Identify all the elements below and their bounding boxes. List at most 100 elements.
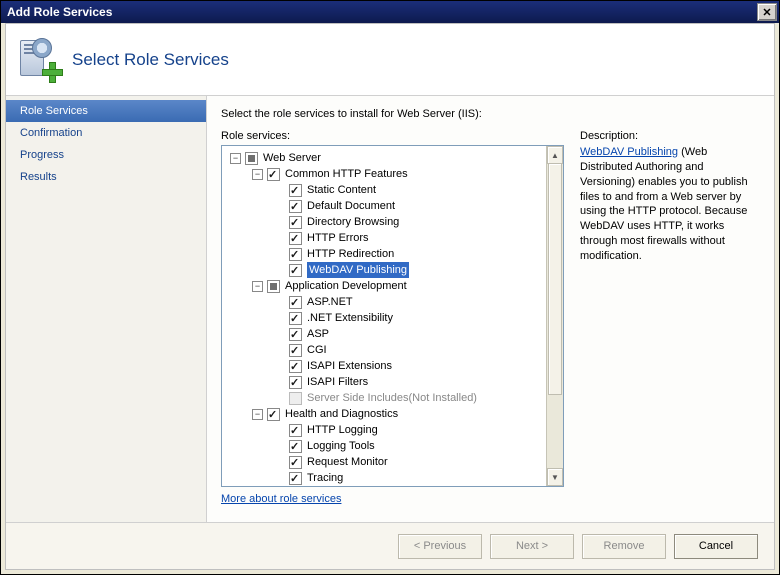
checkbox[interactable]: [289, 232, 302, 245]
collapse-icon[interactable]: −: [252, 281, 263, 292]
scroll-down-button[interactable]: ▼: [547, 468, 563, 486]
checkbox[interactable]: [267, 408, 280, 421]
checkbox[interactable]: [289, 344, 302, 357]
previous-button[interactable]: < Previous: [398, 534, 482, 559]
step-progress[interactable]: Progress: [6, 144, 206, 166]
close-button[interactable]: ✕: [757, 3, 777, 21]
tree-node-label: ISAPI Filters: [307, 374, 368, 390]
tree-node-label: Health and Diagnostics: [285, 406, 398, 422]
tree-node[interactable]: ISAPI Filters: [224, 374, 545, 390]
tree-node-label: CGI: [307, 342, 327, 358]
tree-node[interactable]: ASP: [224, 326, 545, 342]
titlebar: Add Role Services ✕: [1, 1, 779, 23]
tree-node[interactable]: Server Side Includes (Not Installed): [224, 390, 545, 406]
tree-node-label: HTTP Logging: [307, 422, 378, 438]
checkbox[interactable]: [245, 152, 258, 165]
cancel-button[interactable]: Cancel: [674, 534, 758, 559]
tree-label: Role services:: [221, 130, 564, 142]
tree-node[interactable]: Tracing: [224, 470, 545, 486]
footer: < Previous Next > Remove Cancel: [6, 522, 774, 569]
checkbox[interactable]: [289, 264, 302, 277]
tree-node[interactable]: Request Monitor: [224, 454, 545, 470]
tree-node-label: Directory Browsing: [307, 214, 399, 230]
collapse-icon[interactable]: −: [252, 409, 263, 420]
checkbox[interactable]: [289, 216, 302, 229]
instruction-text: Select the role services to install for …: [221, 108, 760, 120]
checkbox[interactable]: [289, 328, 302, 341]
tree-node[interactable]: HTTP Logging: [224, 422, 545, 438]
description-link[interactable]: WebDAV Publishing: [580, 146, 678, 158]
wizard-icon: [18, 38, 62, 82]
close-icon: ✕: [762, 6, 771, 19]
tree-node[interactable]: HTTP Redirection: [224, 246, 545, 262]
checkbox: [289, 392, 302, 405]
checkbox[interactable]: [289, 360, 302, 373]
tree-node[interactable]: CGI: [224, 342, 545, 358]
tree-node[interactable]: .NET Extensibility: [224, 310, 545, 326]
tree-node[interactable]: − Common HTTP Features: [224, 166, 545, 182]
tree-node[interactable]: HTTP Errors: [224, 230, 545, 246]
main-panel: Select the role services to install for …: [207, 96, 774, 523]
checkbox[interactable]: [289, 424, 302, 437]
tree-node[interactable]: − Application Development: [224, 278, 545, 294]
checkbox[interactable]: [267, 168, 280, 181]
tree-node-label: .NET Extensibility: [307, 310, 393, 326]
tree-node[interactable]: Static Content: [224, 182, 545, 198]
checkbox[interactable]: [289, 200, 302, 213]
checkbox[interactable]: [267, 280, 280, 293]
tree-node[interactable]: − Web Server: [224, 150, 545, 166]
scroll-up-button[interactable]: ▲: [547, 146, 563, 164]
tree-node-label: Tracing: [307, 470, 343, 486]
tree-node-label: ISAPI Extensions: [307, 358, 392, 374]
window-title: Add Role Services: [7, 5, 112, 19]
tree-node[interactable]: ISAPI Extensions: [224, 358, 545, 374]
content-area: Select Role Services Role Services Confi…: [5, 23, 775, 570]
tree-node-label: WebDAV Publishing: [307, 262, 409, 278]
page-title: Select Role Services: [72, 50, 229, 70]
next-button[interactable]: Next >: [490, 534, 574, 559]
role-services-tree: −Web Server−Common HTTP FeaturesStatic C…: [221, 145, 564, 487]
step-confirmation[interactable]: Confirmation: [6, 122, 206, 144]
collapse-icon[interactable]: −: [252, 169, 263, 180]
description-text: WebDAV Publishing (Web Distributed Autho…: [580, 145, 760, 264]
checkbox[interactable]: [289, 184, 302, 197]
description-body: (Web Distributed Authoring and Versionin…: [580, 146, 748, 262]
checkbox[interactable]: [289, 296, 302, 309]
tree-node[interactable]: WebDAV Publishing: [224, 262, 545, 278]
tree-node-label: Application Development: [285, 278, 407, 294]
checkbox[interactable]: [289, 472, 302, 485]
tree-node-label: Web Server: [263, 150, 321, 166]
checkbox[interactable]: [289, 456, 302, 469]
tree-node-label: Static Content: [307, 182, 376, 198]
checkbox[interactable]: [289, 312, 302, 325]
sidebar: Role Services Confirmation Progress Resu…: [6, 96, 207, 523]
window-frame: Add Role Services ✕ Select Role Services…: [0, 0, 780, 575]
checkbox[interactable]: [289, 440, 302, 453]
step-role-services[interactable]: Role Services: [6, 100, 206, 122]
tree-node[interactable]: Directory Browsing: [224, 214, 545, 230]
scrollbar[interactable]: ▲ ▼: [546, 146, 563, 486]
tree-node[interactable]: Logging Tools: [224, 438, 545, 454]
tree-node[interactable]: − Health and Diagnostics: [224, 406, 545, 422]
checkbox[interactable]: [289, 376, 302, 389]
step-results[interactable]: Results: [6, 166, 206, 188]
tree-node-label: Common HTTP Features: [285, 166, 408, 182]
tree-node-label: ASP.NET: [307, 294, 353, 310]
header: Select Role Services: [6, 24, 774, 96]
checkbox[interactable]: [289, 248, 302, 261]
collapse-icon[interactable]: −: [230, 153, 241, 164]
more-about-link[interactable]: More about role services: [221, 493, 341, 505]
tree-viewport[interactable]: −Web Server−Common HTTP FeaturesStatic C…: [222, 146, 547, 486]
tree-node[interactable]: ASP.NET: [224, 294, 545, 310]
body: Role Services Confirmation Progress Resu…: [6, 96, 774, 523]
scroll-thumb[interactable]: [548, 163, 562, 395]
tree-node-label: Logging Tools: [307, 438, 375, 454]
tree-node-label: HTTP Redirection: [307, 246, 394, 262]
tree-node-label: Server Side Includes: [307, 390, 409, 406]
remove-button[interactable]: Remove: [582, 534, 666, 559]
tree-node-label: HTTP Errors: [307, 230, 369, 246]
tree-node[interactable]: Default Document: [224, 198, 545, 214]
tree-node-label: Default Document: [307, 198, 395, 214]
tree-node-suffix: (Not Installed): [409, 390, 477, 406]
tree-node-label: Request Monitor: [307, 454, 388, 470]
